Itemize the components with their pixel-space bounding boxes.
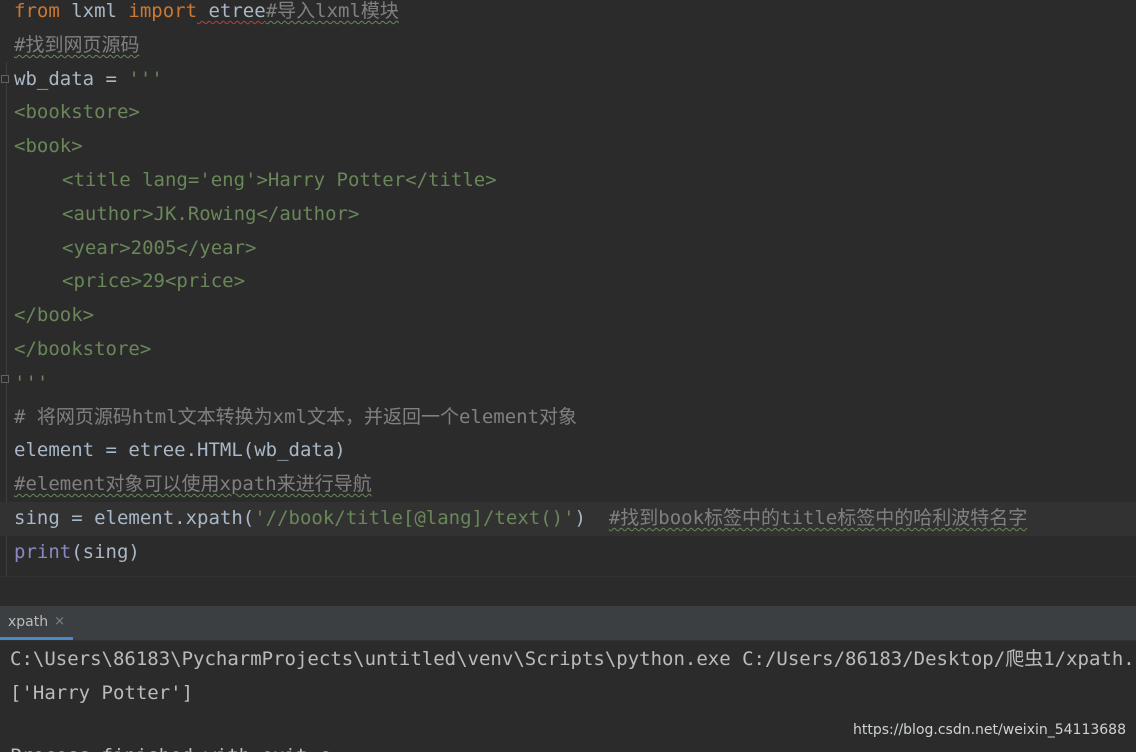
code-line-14[interactable]: element = etree.HTML(wb_data)	[14, 434, 346, 468]
code-line-16-current[interactable]: sing = element.xpath('//book/title[@lang…	[0, 502, 1136, 536]
string-literal: '//book/title[@lang]/text()'	[254, 507, 575, 529]
watermark: https://blog.csdn.net/weixin_54113688	[852, 722, 1126, 738]
code-line-1[interactable]: from lxml import etree#导入lxml模块	[14, 0, 399, 29]
run-panel-header: xpath ×	[0, 606, 1136, 641]
run-tab-xpath[interactable]: xpath ×	[0, 606, 74, 640]
comment: #导入lxml模块	[265, 0, 399, 22]
comment: # 将网页源码html文本转换为xml文本，并返回一个element对象	[14, 405, 578, 428]
module-name: lxml	[59, 0, 129, 22]
code-line-9[interactable]: <price>29<price>	[14, 265, 245, 299]
console-output-line: ['Harry Potter']	[10, 682, 194, 704]
string-literal: <year>2005</year>	[62, 236, 257, 259]
code-line-11[interactable]: </bookstore>	[14, 333, 151, 367]
code-line-10[interactable]: </book>	[14, 299, 94, 333]
fold-end-icon[interactable]	[1, 375, 9, 383]
string-literal: </book>	[14, 304, 95, 327]
code-line-12[interactable]: '''	[14, 367, 48, 401]
gutter-line	[6, 62, 7, 576]
code-statement: sing = element.xpath(	[14, 507, 255, 529]
keyword-import: import	[128, 0, 198, 22]
run-tab-label: xpath	[8, 613, 49, 630]
code-statement: element = etree.HTML(wb_data)	[14, 439, 346, 462]
code-line-13[interactable]: # 将网页源码html文本转换为xml文本，并返回一个element对象	[14, 401, 577, 435]
comment: #找到网页源码	[14, 33, 140, 56]
console-command-line: C:\Users\86183\PycharmProjects\untitled\…	[10, 648, 1136, 670]
close-icon[interactable]: ×	[54, 614, 65, 629]
assignment: wb_data =	[14, 67, 129, 90]
string-literal: </bookstore>	[14, 338, 152, 360]
code-line-3[interactable]: wb_data = '''	[14, 63, 163, 97]
code-line-15[interactable]: #element对象可以使用xpath来进行导航	[14, 468, 372, 502]
string-literal: '''	[14, 371, 49, 394]
comment: #element对象可以使用xpath来进行导航	[14, 473, 372, 496]
fold-start-icon[interactable]	[1, 75, 9, 83]
string-literal: <author>JK.Rowing</author>	[62, 202, 360, 225]
code-line-2[interactable]: #找到网页源码	[14, 29, 139, 63]
code-line-7[interactable]: <author>JK.Rowing</author>	[14, 198, 359, 232]
code-line-4[interactable]: <bookstore>	[14, 96, 140, 130]
code-line-8[interactable]: <year>2005</year>	[14, 232, 256, 266]
code-line-5[interactable]: <book>	[14, 130, 83, 164]
code-line-6[interactable]: <title lang='eng'>Harry Potter</title>	[14, 164, 497, 198]
string-literal: '''	[128, 67, 163, 90]
comment: #找到book标签中的title标签中的哈利波特名字	[608, 507, 1028, 529]
string-literal: <title lang='eng'>Harry Potter</title>	[62, 169, 497, 191]
string-literal: <price>29<price>	[62, 270, 246, 293]
panel-divider[interactable]	[0, 576, 1136, 606]
code-statement: (sing)	[71, 540, 140, 563]
keyword-from: from	[14, 0, 60, 22]
console-exit-text: Process finished with exit code 0	[10, 741, 330, 752]
console-exit-line: Process finished with exit code 0	[10, 741, 330, 752]
code-editor[interactable]: from lxml import etree#导入lxml模块 #找到网页源码 …	[0, 0, 1136, 576]
code-statement: )	[574, 507, 609, 529]
string-literal: <bookstore>	[14, 101, 140, 124]
string-literal: <book>	[14, 135, 83, 158]
code-line-17[interactable]: print(sing)	[14, 536, 140, 570]
builtin-print: print	[14, 540, 72, 563]
imported-name: etree	[197, 0, 266, 22]
